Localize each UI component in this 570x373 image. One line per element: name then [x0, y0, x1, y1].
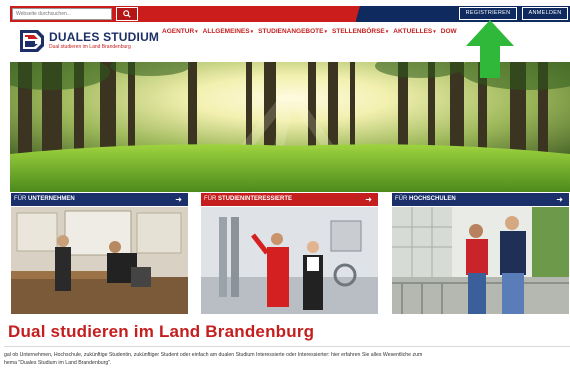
chevron-down-icon: ▾	[433, 29, 436, 35]
nav-item-label: STUDIENANGEBOTE	[258, 28, 324, 35]
tile-label: STUDIENINTERESSIERTE	[218, 196, 293, 202]
search-icon	[123, 10, 131, 18]
arrow-right-icon: ➜	[365, 195, 372, 204]
nav-item-label: AGENTUR	[162, 28, 195, 35]
intro-line-2: hema "Duales Studium im Land Brandenburg…	[4, 360, 112, 366]
tile-prefix: FÜR	[204, 196, 217, 202]
logo-title: DUALES STUDIUM	[49, 30, 160, 44]
hero-image	[10, 62, 570, 192]
chevron-down-icon: ▾	[250, 29, 254, 35]
nav-item-downloads[interactable]: DOW	[441, 28, 457, 40]
industry-image	[201, 207, 378, 314]
tile-bar-students[interactable]: FÜR STUDIENINTERESSIERTE ➜	[201, 193, 378, 206]
tile-universities[interactable]: FÜR HOCHSCHULEN ➜	[392, 193, 569, 314]
divider	[4, 346, 570, 347]
tile-students[interactable]: FÜR STUDIENINTERESSIERTE ➜	[201, 193, 378, 314]
nav-item-label: DOW	[440, 28, 457, 35]
campus-image	[392, 207, 569, 314]
workshop-image	[11, 207, 188, 314]
chevron-down-icon: ▾	[385, 29, 389, 35]
tile-prefix: FÜR	[395, 196, 408, 202]
tile-companies[interactable]: FÜR UNTERNEHMEN ➜	[11, 193, 188, 314]
forest-image	[10, 62, 570, 192]
nav-item-label: ALLGEMEINES	[202, 28, 250, 35]
tile-label: UNTERNEHMEN	[28, 196, 75, 202]
arrow-right-icon: ➜	[556, 195, 563, 204]
search-button[interactable]	[116, 7, 138, 21]
chevron-down-icon: ▾	[324, 29, 328, 35]
logo-icon	[20, 30, 44, 52]
nav-item-label: STELLENBÖRSE	[332, 28, 385, 35]
login-link[interactable]: ANMELDEN	[522, 7, 568, 20]
site-logo[interactable]: DUALES STUDIUM Dual studieren im Land Br…	[18, 28, 160, 54]
nav-item-aktuelles[interactable]: AKTUELLES▾	[393, 28, 436, 40]
chevron-down-icon: ▾	[195, 29, 198, 35]
nav-item-allgemeines[interactable]: ALLGEMEINES▾	[203, 28, 253, 40]
arrow-right-icon: ➜	[175, 195, 182, 204]
nav-item-label: AKTUELLES	[393, 28, 433, 35]
nav-item-agentur[interactable]: AGENTUR▾	[162, 28, 198, 40]
page: REGISTRIEREN ANMELDEN DUALES STUDIUM Dua…	[0, 0, 570, 373]
intro-line-1: gal ob Unternehmen, Hochschule, zukünfti…	[4, 352, 423, 358]
search-input[interactable]	[12, 8, 112, 20]
nav-item-stellenboerse[interactable]: STELLENBÖRSE▾	[332, 28, 388, 40]
tile-bar-universities[interactable]: FÜR HOCHSCHULEN ➜	[392, 193, 569, 206]
green-arrow-icon	[466, 20, 514, 78]
main-nav: AGENTUR▾ ALLGEMEINES▾ STUDIENANGEBOTE▾ S…	[162, 28, 457, 40]
tile-bar-companies[interactable]: FÜR UNTERNEHMEN ➜	[11, 193, 188, 206]
tile-prefix: FÜR	[14, 196, 27, 202]
logo-subtitle: Dual studieren im Land Brandenburg	[49, 44, 131, 50]
intro-text: gal ob Unternehmen, Hochschule, zukünfti…	[4, 351, 564, 367]
nav-item-studienangebote[interactable]: STUDIENANGEBOTE▾	[258, 28, 327, 40]
tile-label: HOCHSCHULEN	[409, 196, 456, 202]
page-title: Dual studieren im Land Brandenburg	[8, 322, 315, 341]
